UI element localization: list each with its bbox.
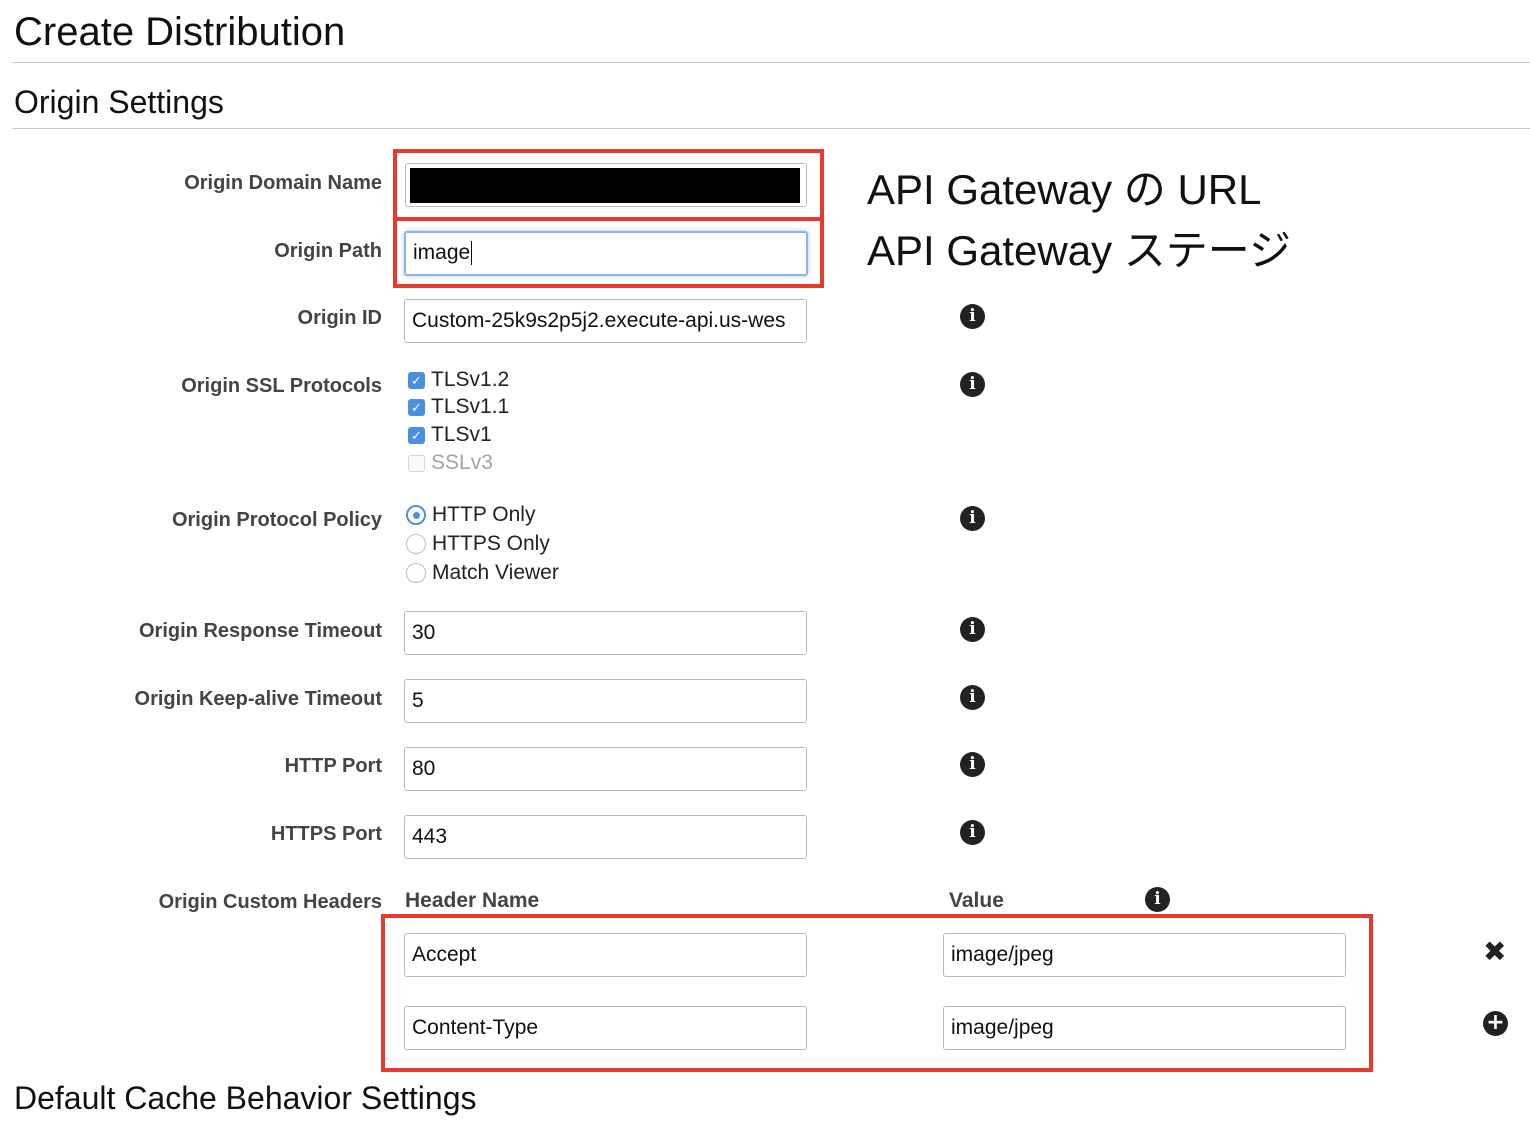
radio-match-viewer[interactable]: Match Viewer [406, 559, 559, 587]
checkbox-label: TLSv1.1 [431, 395, 510, 418]
info-icon[interactable]: i [960, 372, 985, 397]
checkbox-tlsv12[interactable]: TLSv1.2 [408, 367, 509, 393]
highlight-path-box [393, 217, 824, 288]
keepalive-timeout-input[interactable]: 5 [404, 679, 807, 723]
info-icon[interactable]: i [960, 820, 985, 845]
http-port-label: HTTP Port [284, 755, 382, 777]
checkbox-label: SSLv3 [431, 451, 493, 474]
info-icon[interactable]: i [960, 752, 985, 777]
origin-id-label: Origin ID [297, 307, 382, 329]
info-icon[interactable]: i [960, 685, 985, 710]
header-name-input[interactable]: Accept [404, 933, 807, 977]
plus-circle-icon[interactable]: + [1483, 1011, 1508, 1036]
checkbox-sslv3: SSLv3 [408, 450, 493, 476]
info-icon[interactable]: i [960, 506, 985, 531]
page-title: Create Distribution [14, 10, 346, 54]
checkbox-tlsv11[interactable]: TLSv1.1 [408, 394, 509, 420]
origin-id-input[interactable]: Custom-25k9s2p5j2.execute-api.us-wes [404, 299, 807, 343]
protocol-policy-label: Origin Protocol Policy [171, 509, 382, 531]
checkbox-checked-icon[interactable] [408, 371, 425, 389]
header-name-input[interactable]: Content-Type [404, 1006, 807, 1050]
radio-label: HTTP Only [432, 503, 536, 526]
ssl-protocols-label: Origin SSL Protocols [181, 375, 382, 397]
info-icon[interactable]: i [960, 617, 985, 642]
title-divider [12, 62, 1530, 63]
header-value-input[interactable]: image/jpeg [943, 1006, 1346, 1050]
header-value-input[interactable]: image/jpeg [943, 933, 1346, 977]
radio-selected-icon[interactable] [406, 505, 426, 525]
response-timeout-input[interactable]: 30 [404, 611, 807, 655]
https-port-input[interactable]: 443 [404, 815, 807, 859]
radio-empty-icon[interactable] [406, 534, 426, 554]
radio-empty-icon[interactable] [406, 563, 426, 583]
radio-label: HTTPS Only [432, 532, 550, 555]
annotation-path-note: API Gateway ステージ [867, 227, 1291, 274]
checkbox-label: TLSv1 [431, 423, 492, 446]
https-port-label: HTTPS Port [270, 823, 382, 845]
header-name-column: Header Name [405, 889, 540, 912]
radio-https-only[interactable]: HTTPS Only [406, 530, 550, 558]
highlight-domain-box [393, 149, 824, 221]
annotation-domain-note: API Gateway の URL [867, 166, 1262, 213]
http-port-input[interactable]: 80 [404, 747, 807, 791]
response-timeout-label: Origin Response Timeout [139, 620, 382, 642]
checkbox-tlsv1[interactable]: TLSv1 [408, 422, 492, 448]
info-icon[interactable]: i [1145, 887, 1170, 912]
checkbox-checked-icon[interactable] [408, 426, 425, 444]
custom-headers-label: Origin Custom Headers [158, 891, 382, 913]
checkbox-checked-icon[interactable] [408, 398, 425, 416]
checkbox-disabled-icon [408, 454, 425, 472]
radio-label: Match Viewer [432, 561, 559, 584]
origin-domain-name-label: Origin Domain Name [184, 172, 382, 194]
keepalive-timeout-label: Origin Keep-alive Timeout [134, 688, 382, 710]
checkbox-label: TLSv1.2 [431, 368, 510, 391]
section-title-origin-settings: Origin Settings [14, 84, 224, 120]
close-icon[interactable]: ✖ [1483, 937, 1506, 967]
section-divider [12, 128, 1530, 129]
info-icon[interactable]: i [960, 304, 985, 329]
header-value-column: Value [949, 889, 1004, 912]
origin-path-label: Origin Path [274, 240, 382, 262]
section-title-default-cache-behavior: Default Cache Behavior Settings [14, 1080, 477, 1116]
radio-http-only[interactable]: HTTP Only [406, 501, 535, 529]
